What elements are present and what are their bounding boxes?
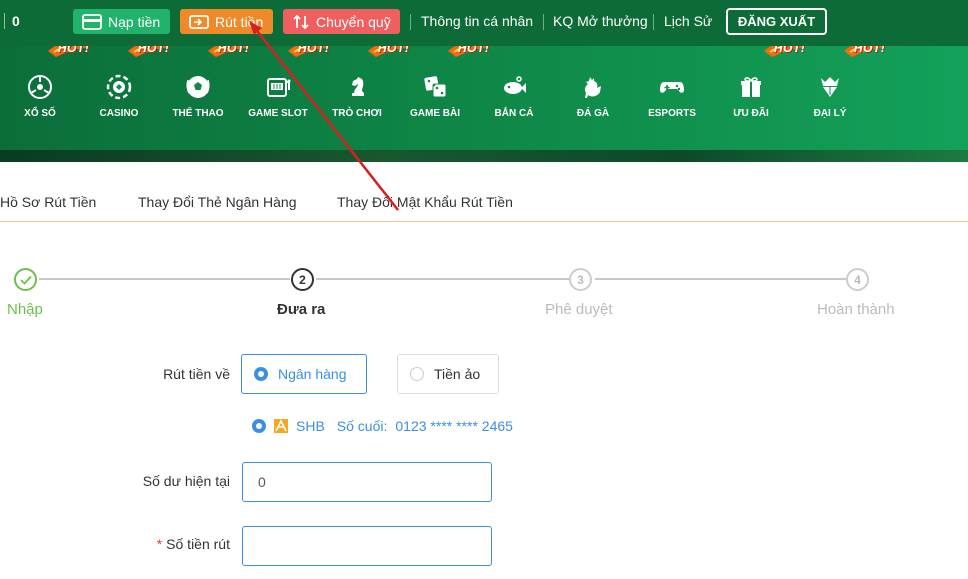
transfer-arrows-icon bbox=[293, 14, 309, 29]
nav-item-lottery[interactable]: XỔ SỐ bbox=[8, 74, 72, 119]
step-pending-circle: 4 bbox=[846, 268, 869, 291]
logout-button[interactable]: ĐĂNG XUẤT bbox=[726, 8, 827, 35]
credit-card-icon bbox=[82, 13, 102, 30]
wallet-out-icon bbox=[189, 14, 209, 29]
card-number: 0123 **** **** 2465 bbox=[395, 418, 513, 434]
step-done-circle bbox=[14, 268, 37, 291]
nav-item-label: GAME SLOT bbox=[248, 108, 308, 119]
gift-icon bbox=[741, 77, 761, 97]
slot-machine-icon bbox=[267, 78, 291, 97]
option-bank[interactable]: Ngân hàng bbox=[241, 354, 367, 394]
hot-badge: HOT! bbox=[762, 46, 814, 59]
nav-item-slot[interactable]: GAME SLOT bbox=[246, 74, 310, 119]
history-link[interactable]: Lịch Sử bbox=[664, 13, 712, 29]
tab-change-bank-card[interactable]: Thay Đổi Thẻ Ngân Hàng bbox=[138, 194, 297, 210]
transfer-button[interactable]: Chuyển quỹ bbox=[283, 9, 400, 34]
nav-item-label: GAME BÀI bbox=[410, 108, 460, 119]
hot-badge: HOT! bbox=[842, 46, 894, 59]
transfer-label: Chuyển quỹ bbox=[316, 13, 391, 30]
tab-withdrawal-profile[interactable]: Hồ Sơ Rút Tiền bbox=[0, 194, 96, 210]
option-crypto[interactable]: Tiền ảo bbox=[397, 354, 499, 394]
hot-badge: HOT! bbox=[286, 46, 338, 59]
soccer-ball-icon bbox=[186, 76, 210, 98]
radio-selected bbox=[254, 367, 268, 381]
step-label-submit: Đưa ra bbox=[277, 301, 326, 318]
diamond-icon bbox=[821, 77, 839, 97]
step-label-enter: Nhập bbox=[7, 301, 43, 318]
current-balance-label: Số dư hiện tại bbox=[142, 473, 230, 489]
current-balance-field[interactable]: 0 bbox=[242, 462, 492, 502]
deposit-label: Nạp tiền bbox=[108, 13, 161, 30]
banner-strip bbox=[0, 150, 968, 162]
step-pending-circle: 3 bbox=[569, 268, 592, 291]
bank-card-option[interactable]: SHB Số cuối: 0123 **** **** 2465 bbox=[252, 416, 513, 436]
divider bbox=[543, 14, 544, 30]
lottery-icon bbox=[28, 75, 52, 99]
nav-item-agency[interactable]: ĐẠI LÝ bbox=[798, 74, 862, 119]
nav-item-card-games[interactable]: GAME BÀI bbox=[403, 74, 467, 119]
profile-link[interactable]: Thông tin cá nhân bbox=[421, 13, 533, 29]
nav-item-fishing[interactable]: BẮN CÁ bbox=[482, 74, 546, 119]
divider bbox=[4, 13, 5, 29]
step-connector bbox=[39, 278, 290, 280]
check-icon bbox=[19, 275, 32, 285]
nav-item-label: TRÒ CHƠI bbox=[332, 108, 382, 119]
nav-item-label: ƯU ĐÃI bbox=[733, 108, 769, 119]
balance-amount: 0 bbox=[12, 13, 20, 29]
nav-item-label: ESPORTS bbox=[648, 108, 696, 119]
divider bbox=[653, 14, 654, 30]
withdraw-amount-input[interactable] bbox=[242, 526, 492, 566]
deposit-button[interactable]: Nạp tiền bbox=[73, 9, 170, 34]
nav-item-games[interactable]: TRÒ CHƠI bbox=[325, 74, 389, 119]
hot-badge: HOT! bbox=[46, 46, 98, 59]
withdraw-label: Rút tiền bbox=[215, 13, 264, 30]
withdraw-to-label: Rút tiền về bbox=[163, 366, 230, 382]
option-crypto-label: Tiền ảo bbox=[434, 366, 481, 382]
gamepad-icon bbox=[660, 82, 684, 93]
nav-item-label: ĐÁ GÀ bbox=[576, 108, 610, 119]
step-connector bbox=[316, 278, 569, 280]
hot-badge: HOT! bbox=[206, 46, 258, 59]
nav-item-label: ĐẠI LÝ bbox=[813, 108, 847, 119]
fish-icon bbox=[504, 76, 526, 94]
hot-badge: HOT! bbox=[126, 46, 178, 59]
nav-item-esports[interactable]: ESPORTS bbox=[640, 74, 704, 119]
dice-icon bbox=[424, 76, 447, 98]
amount-label: Số tiền rút bbox=[166, 536, 230, 552]
shb-bank-logo-icon bbox=[274, 419, 288, 433]
card-last-label: Số cuối: bbox=[336, 418, 388, 434]
chess-knight-icon bbox=[352, 77, 364, 96]
step-label-complete: Hoàn thành bbox=[817, 301, 895, 318]
nav-item-promotions[interactable]: ƯU ĐÃI bbox=[719, 74, 783, 119]
step-label-approve: Phê duyệt bbox=[545, 301, 613, 318]
divider bbox=[410, 14, 411, 30]
nav-item-sports[interactable]: THỂ THAO bbox=[166, 74, 230, 119]
hot-badge: HOT! bbox=[446, 46, 498, 59]
hot-badge: HOT! bbox=[366, 46, 418, 59]
account-tabs: Hồ Sơ Rút Tiền Thay Đổi Thẻ Ngân Hàng Th… bbox=[0, 186, 968, 222]
nav-item-label: BẮN CÁ bbox=[494, 108, 534, 119]
radio-selected bbox=[252, 419, 266, 433]
rooster-icon bbox=[584, 77, 601, 98]
option-bank-label: Ngân hàng bbox=[278, 366, 347, 382]
bank-name: SHB bbox=[296, 418, 325, 434]
game-nav-bar: HOT! HOT! HOT! HOT! HOT! HOT! HOT! HOT! … bbox=[0, 46, 968, 162]
nav-item-label: THỂ THAO bbox=[172, 108, 224, 119]
tab-change-withdraw-password[interactable]: Thay Đổi Mật Khẩu Rút Tiền bbox=[337, 194, 513, 210]
casino-chip-icon bbox=[106, 74, 132, 100]
step-current-circle: 2 bbox=[291, 268, 314, 291]
radio-unselected bbox=[410, 367, 424, 381]
withdraw-button[interactable]: Rút tiền bbox=[180, 9, 273, 34]
nav-item-label: CASINO bbox=[99, 108, 139, 119]
nav-item-label: XỔ SỐ bbox=[24, 108, 56, 119]
nav-item-casino[interactable]: CASINO bbox=[87, 74, 151, 119]
top-bar: 0 Nạp tiền Rút tiền Chuyển quỹ Thông tin… bbox=[0, 0, 968, 46]
amount-label-row: * Số tiền rút bbox=[70, 536, 230, 552]
step-connector bbox=[595, 278, 846, 280]
nav-item-cockfight[interactable]: ĐÁ GÀ bbox=[561, 74, 625, 119]
lottery-results-link[interactable]: KQ Mở thưởng bbox=[553, 13, 648, 29]
required-marker: * bbox=[156, 536, 163, 552]
